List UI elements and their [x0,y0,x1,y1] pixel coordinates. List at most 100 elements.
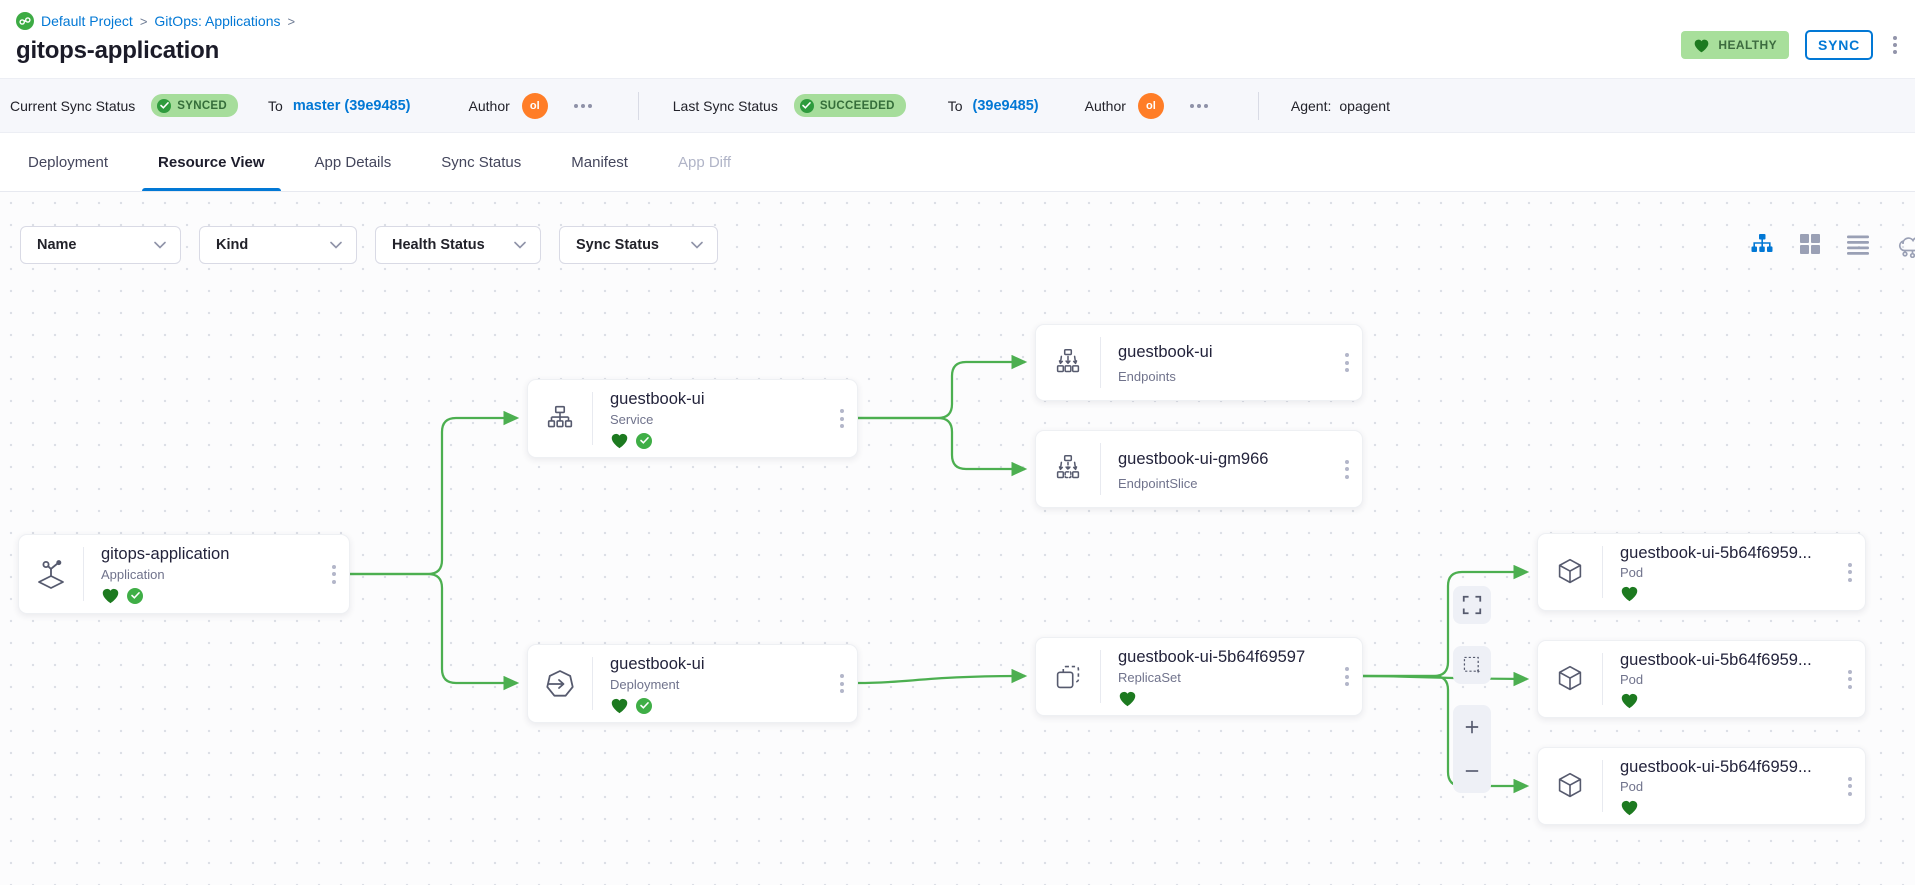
agent-value: opagent [1339,98,1390,114]
last-sync-status-label: Last Sync Status [673,98,778,114]
node-menu-button[interactable] [827,380,857,457]
check-icon [157,99,171,113]
to-label: To [268,98,283,114]
list-view-button[interactable] [1846,232,1870,256]
node-menu-button[interactable] [319,535,349,613]
zoom-in-button[interactable] [1453,705,1491,749]
selection-button[interactable] [1453,646,1491,684]
author-avatar[interactable]: ol [1138,93,1164,119]
tab-sync-status[interactable]: Sync Status [425,133,537,191]
divider [1258,92,1259,120]
to-label: To [948,98,963,114]
replicaset-icon [1036,638,1100,715]
node-pod-1[interactable]: guestbook-ui-5b64f6959... Pod [1537,533,1866,611]
node-menu-button[interactable] [1835,748,1865,824]
node-deployment[interactable]: guestbook-ui Deployment [527,644,858,723]
current-sync-more-button[interactable] [570,100,596,112]
chevron-down-icon [691,241,703,249]
node-replicaset[interactable]: guestbook-ui-5b64f69597 ReplicaSet [1035,637,1363,716]
application-icon [19,535,83,613]
current-target-revision-link[interactable]: master (39e9485) [293,98,411,114]
node-title: guestbook-ui [610,390,821,409]
endpoints-icon [1036,325,1100,400]
resource-graph-canvas[interactable]: Name Kind Health Status Sync Status [0,192,1915,885]
health-status-filter-dropdown[interactable]: Health Status [375,226,541,264]
grid-view-button[interactable] [1798,232,1822,256]
header-menu-button[interactable] [1889,32,1901,58]
node-application[interactable]: gitops-application Application [18,534,350,614]
tab-resource-view[interactable]: Resource View [142,133,280,191]
tree-view-button[interactable] [1750,232,1774,256]
node-kind: Deployment [610,677,821,692]
breadcrumb-separator: > [140,14,148,29]
node-title: guestbook-ui-gm966 [1118,450,1326,469]
page-header: Default Project > GitOps: Applications >… [0,0,1915,78]
health-badge-label: HEALTHY [1718,38,1777,52]
node-menu-button[interactable] [827,645,857,722]
health-heart-icon [610,432,629,449]
node-kind: Service [610,412,821,427]
zoom-control [1453,705,1491,793]
node-title: guestbook-ui-5b64f6959... [1620,758,1829,776]
page-title: gitops-application [16,37,1899,65]
node-kind: Pod [1620,565,1829,580]
node-menu-button[interactable] [1332,325,1362,400]
node-endpoints[interactable]: guestbook-ui Endpoints [1035,324,1363,401]
sync-status-bar: Current Sync Status SYNCED To master (39… [0,78,1915,133]
synced-check-icon [636,433,652,449]
name-filter-dropdown[interactable]: Name [20,226,181,264]
node-pod-2[interactable]: guestbook-ui-5b64f6959... Pod [1537,640,1866,718]
node-menu-button[interactable] [1332,431,1362,507]
pod-icon [1538,641,1602,717]
breadcrumb-separator: > [287,14,295,29]
last-sync-more-button[interactable] [1186,100,1212,112]
fullscreen-icon [1461,594,1483,616]
node-title: gitops-application [101,545,313,564]
gitops-application-page: Default Project > GitOps: Applications >… [0,0,1915,885]
health-heart-icon [101,587,120,604]
network-view-button[interactable] [1894,230,1915,258]
last-target-revision-link[interactable]: (39e9485) [973,98,1039,114]
view-toggle-group [1750,230,1915,258]
tab-app-diff[interactable]: App Diff [662,133,747,191]
breadcrumb-project-link[interactable]: Default Project [41,13,133,29]
sync-button[interactable]: SYNC [1805,30,1873,60]
tab-deployment[interactable]: Deployment [12,133,124,191]
node-service[interactable]: guestbook-ui Service [527,379,858,458]
node-menu-button[interactable] [1835,534,1865,610]
node-kind: Endpoints [1118,369,1326,384]
health-status-badge: HEALTHY [1681,31,1789,59]
node-endpointslice[interactable]: guestbook-ui-gm966 EndpointSlice [1035,430,1363,508]
heart-icon [1693,38,1710,53]
node-menu-button[interactable] [1332,638,1362,715]
node-title: guestbook-ui-5b64f6959... [1620,651,1829,669]
synced-check-icon [636,698,652,714]
node-kind: Pod [1620,672,1829,687]
kind-filter-dropdown[interactable]: Kind [199,226,357,264]
synced-badge: SYNCED [151,94,238,117]
author-avatar[interactable]: ol [522,93,548,119]
tab-app-details[interactable]: App Details [299,133,408,191]
breadcrumb-applications-link[interactable]: GitOps: Applications [154,13,280,29]
gitops-icon [16,12,34,30]
tab-manifest[interactable]: Manifest [555,133,644,191]
fullscreen-button[interactable] [1453,586,1491,624]
health-heart-icon [1620,799,1639,816]
chevron-down-icon [330,241,342,249]
sync-status-filter-dropdown[interactable]: Sync Status [559,226,718,264]
zoom-out-button[interactable] [1453,749,1491,793]
tab-bar: Deployment Resource View App Details Syn… [0,133,1915,192]
node-kind: Application [101,567,313,582]
author-label: Author [1085,98,1126,114]
filter-bar: Name Kind Health Status Sync Status [20,226,718,264]
node-menu-button[interactable] [1835,641,1865,717]
health-heart-icon [1620,585,1639,602]
pod-icon [1538,748,1602,824]
minus-icon [1461,766,1483,776]
divider [638,92,639,120]
health-heart-icon [1118,690,1137,707]
plus-icon [1461,716,1483,738]
node-pod-3[interactable]: guestbook-ui-5b64f6959... Pod [1537,747,1866,825]
succeeded-badge: SUCCEEDED [794,94,906,117]
deployment-icon [528,645,592,722]
